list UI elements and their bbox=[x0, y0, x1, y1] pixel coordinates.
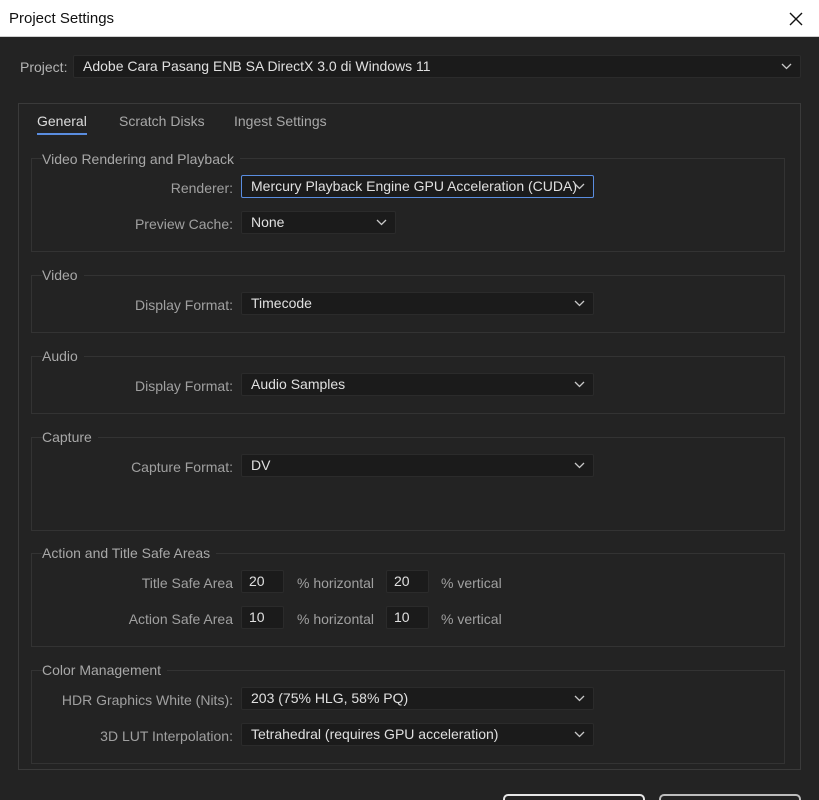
horizontal-unit-label: % horizontal bbox=[297, 575, 375, 591]
tab-scratch-disks[interactable]: Scratch Disks bbox=[119, 113, 205, 133]
vertical-unit-label: % vertical bbox=[441, 611, 502, 627]
safe-areas-section bbox=[31, 553, 785, 647]
chevron-down-icon bbox=[574, 183, 585, 190]
capture-format-select[interactable]: DV bbox=[241, 454, 594, 477]
capture-title: Capture bbox=[42, 429, 98, 445]
color-management-section bbox=[31, 670, 785, 764]
preview-cache-select[interactable]: None bbox=[241, 211, 396, 234]
project-value: Adobe Cara Pasang ENB SA DirectX 3.0 di … bbox=[83, 58, 431, 74]
hdr-white-label: HDR Graphics White (Nits): bbox=[61, 692, 233, 708]
renderer-label: Renderer: bbox=[170, 180, 233, 196]
hdr-white-select[interactable]: 203 (75% HLG, 58% PQ) bbox=[241, 687, 594, 710]
audio-display-format-select[interactable]: Audio Samples bbox=[241, 373, 594, 396]
capture-section bbox=[31, 437, 785, 531]
renderer-select[interactable]: Mercury Playback Engine GPU Acceleration… bbox=[241, 175, 594, 198]
close-icon bbox=[789, 12, 803, 25]
chevron-down-icon bbox=[781, 63, 792, 70]
tab-ingest-settings[interactable]: Ingest Settings bbox=[234, 113, 327, 133]
action-safe-label: Action Safe Area bbox=[128, 611, 233, 627]
title-safe-vertical-input[interactable]: 20 bbox=[386, 570, 429, 593]
ok-button[interactable] bbox=[503, 794, 645, 800]
hdr-white-value: 203 (75% HLG, 58% PQ) bbox=[251, 690, 409, 706]
chevron-down-icon bbox=[376, 219, 387, 226]
video-title: Video bbox=[42, 267, 84, 283]
video-rendering-section bbox=[31, 158, 785, 252]
title-safe-label: Title Safe Area bbox=[141, 575, 233, 591]
video-display-format-label: Display Format: bbox=[134, 297, 233, 313]
project-row: Project: Adobe Cara Pasang ENB SA Direct… bbox=[20, 55, 801, 80]
title-safe-horizontal-input[interactable]: 20 bbox=[241, 570, 284, 593]
chevron-down-icon bbox=[574, 462, 585, 469]
close-button[interactable] bbox=[773, 0, 819, 37]
cancel-button[interactable] bbox=[659, 794, 801, 800]
lut-interpolation-label: 3D LUT Interpolation: bbox=[100, 728, 233, 744]
action-safe-horizontal-input[interactable]: 10 bbox=[241, 606, 284, 629]
vertical-unit-label: % vertical bbox=[441, 575, 502, 591]
chevron-down-icon bbox=[574, 695, 585, 702]
window-title: Project Settings bbox=[9, 10, 115, 27]
title-bar: Project Settings bbox=[0, 0, 819, 37]
lut-interpolation-value: Tetrahedral (requires GPU acceleration) bbox=[251, 726, 499, 742]
horizontal-unit-label: % horizontal bbox=[297, 611, 375, 627]
preview-cache-label: Preview Cache: bbox=[134, 216, 233, 232]
chevron-down-icon bbox=[574, 300, 585, 307]
color-management-title: Color Management bbox=[42, 662, 168, 678]
chevron-down-icon bbox=[574, 731, 585, 738]
capture-format-value: DV bbox=[251, 457, 271, 473]
project-label: Project: bbox=[20, 59, 68, 75]
preview-cache-value: None bbox=[251, 214, 285, 230]
lut-interpolation-select[interactable]: Tetrahedral (requires GPU acceleration) bbox=[241, 723, 594, 746]
audio-display-format-value: Audio Samples bbox=[251, 376, 346, 392]
video-rendering-title: Video Rendering and Playback bbox=[42, 151, 240, 167]
project-select[interactable]: Adobe Cara Pasang ENB SA DirectX 3.0 di … bbox=[73, 55, 801, 78]
action-safe-vertical-input[interactable]: 10 bbox=[386, 606, 429, 629]
audio-display-format-label: Display Format: bbox=[134, 378, 233, 394]
renderer-value: Mercury Playback Engine GPU Acceleration… bbox=[251, 178, 578, 194]
capture-format-label: Capture Format: bbox=[131, 459, 233, 475]
video-display-format-select[interactable]: Timecode bbox=[241, 292, 594, 315]
tab-general[interactable]: General bbox=[37, 113, 87, 135]
video-display-format-value: Timecode bbox=[251, 295, 312, 311]
chevron-down-icon bbox=[574, 381, 585, 388]
audio-title: Audio bbox=[42, 348, 84, 364]
safe-areas-title: Action and Title Safe Areas bbox=[42, 545, 217, 561]
